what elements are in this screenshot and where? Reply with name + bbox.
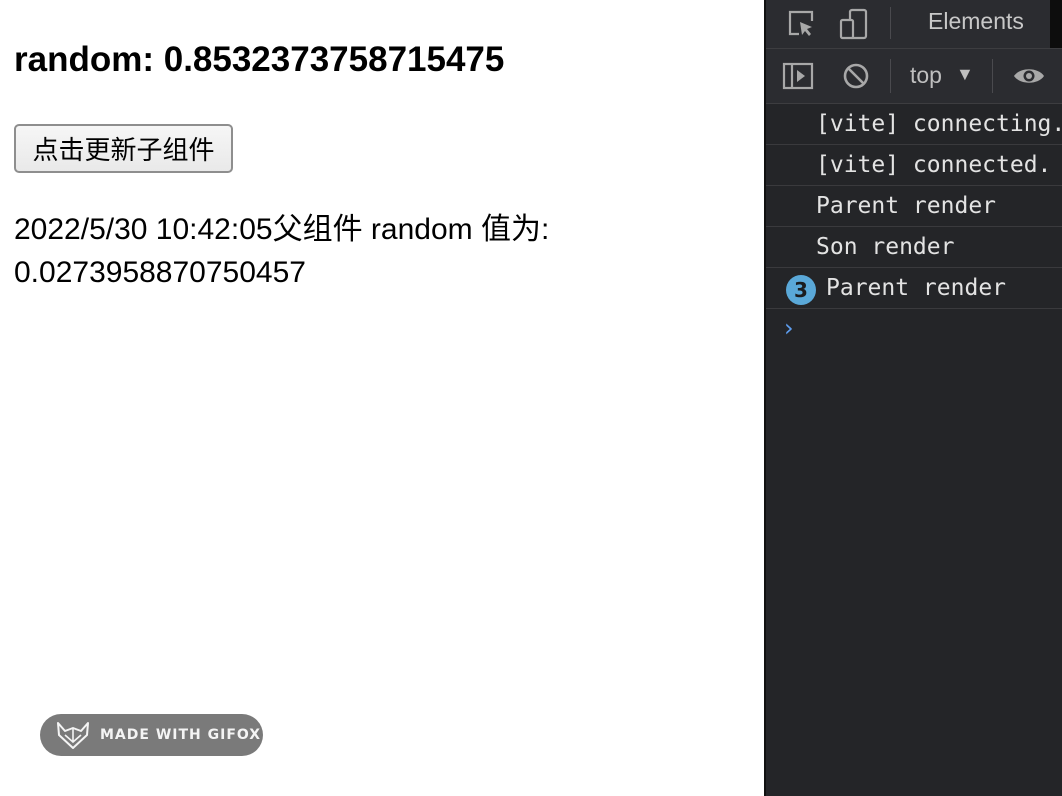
console-message: Son render bbox=[766, 227, 1062, 268]
console-message: [vite] connecting... bbox=[766, 104, 1062, 145]
console-message-text: Son render bbox=[816, 234, 955, 260]
repeat-count-badge: 3 bbox=[786, 275, 816, 305]
filter-divider-2 bbox=[992, 59, 993, 93]
console-message: Parent render bbox=[766, 186, 1062, 227]
clear-console-icon[interactable] bbox=[842, 62, 870, 95]
devtools-toolbar: Elements bbox=[766, 0, 1062, 49]
context-selector[interactable]: top bbox=[910, 62, 942, 89]
sidebar-toggle-icon[interactable] bbox=[782, 62, 814, 95]
console-message-text: Parent render bbox=[826, 275, 1007, 301]
console-message-text: [vite] connecting... bbox=[816, 111, 1062, 137]
console-message-text: [vite] connected. bbox=[816, 152, 1052, 178]
prompt-chevron-icon: › bbox=[784, 314, 794, 342]
console-message: 3 Parent render bbox=[766, 268, 1062, 309]
toolbar-edge bbox=[1050, 0, 1062, 48]
devtools-panel: Elements top ▼ [vite] connecting [vite] … bbox=[764, 0, 1062, 796]
console-message-text: Parent render bbox=[816, 193, 997, 219]
page-viewport: random: 0.8532373758715475 点击更新子组件 2022/… bbox=[0, 0, 764, 796]
tab-elements[interactable]: Elements bbox=[928, 8, 1024, 35]
update-child-button[interactable]: 点击更新子组件 bbox=[14, 124, 233, 173]
console-message: [vite] connected. bbox=[766, 145, 1062, 186]
console-prompt[interactable]: › bbox=[766, 309, 1062, 349]
filter-divider bbox=[890, 59, 891, 93]
inspect-icon[interactable] bbox=[786, 8, 816, 43]
toolbar-divider bbox=[890, 7, 891, 39]
console-filter-bar: top ▼ bbox=[766, 49, 1062, 104]
child-component-text: 2022/5/30 10:42:05父组件 random 值为: 0.02739… bbox=[14, 213, 550, 289]
eye-icon[interactable] bbox=[1012, 65, 1046, 92]
random-heading: random: 0.8532373758715475 bbox=[14, 40, 505, 79]
chevron-down-icon[interactable]: ▼ bbox=[956, 64, 974, 85]
gifox-label: MADE WITH GIFOX bbox=[100, 727, 262, 743]
gifox-logo-icon bbox=[57, 722, 89, 749]
device-toggle-icon[interactable] bbox=[838, 8, 870, 45]
gifox-watermark: MADE WITH GIFOX bbox=[40, 714, 263, 756]
console-messages: [vite] connecting... [vite] connected. P… bbox=[766, 104, 1062, 349]
